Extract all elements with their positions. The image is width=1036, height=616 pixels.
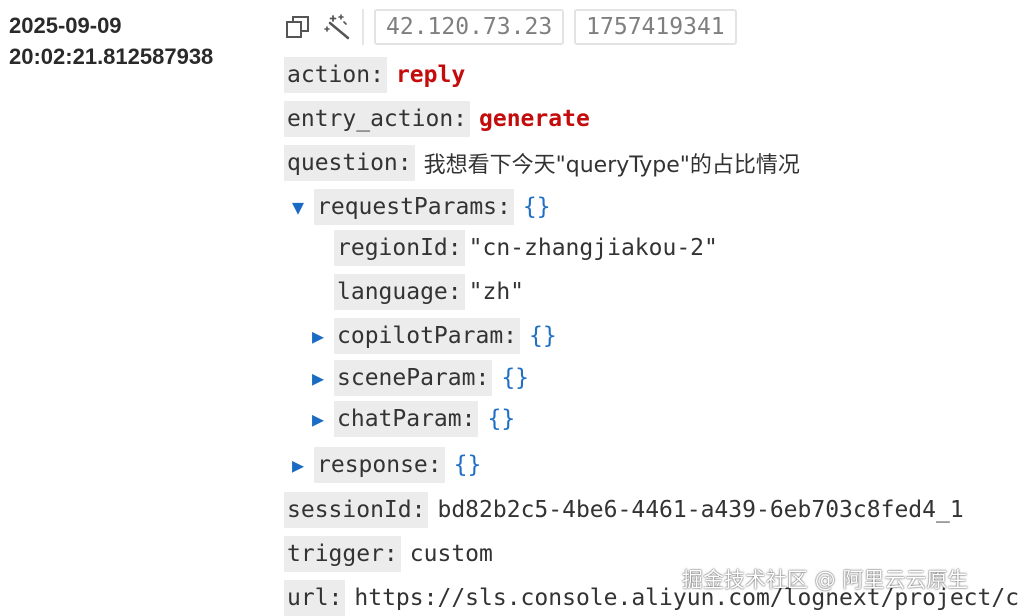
- field-trigger: trigger: custom: [284, 536, 493, 572]
- field-region-id: regionId: "cn-zhangjiakou-2": [334, 230, 718, 266]
- unix-time-tag[interactable]: 1757419341: [574, 9, 737, 45]
- collapse-toggle-icon[interactable]: ▶: [307, 407, 329, 431]
- field-value: "cn-zhangjiakou-2": [468, 235, 718, 261]
- log-toolbar: 42.120.73.23 1757419341: [284, 8, 747, 46]
- field-key[interactable]: response:: [314, 447, 445, 483]
- field-scene-param: ▶ sceneParam: {}: [307, 360, 529, 396]
- field-key[interactable]: chatParam:: [334, 401, 479, 437]
- field-session-id: sessionId: bd82b2c5-4be6-4461-a439-6eb70…: [284, 492, 964, 528]
- field-value: reply: [395, 62, 466, 88]
- log-date: 2025-09-09: [9, 13, 122, 38]
- expand-toggle-icon[interactable]: ▼: [287, 195, 309, 219]
- field-chat-param: ▶ chatParam: {}: [307, 401, 515, 437]
- field-copilot-param: ▶ copilotParam: {}: [307, 318, 557, 354]
- toolbar-divider: [362, 9, 364, 45]
- field-value: 我想看下今天"queryType"的占比情况: [423, 153, 800, 178]
- field-key[interactable]: sessionId:: [284, 492, 429, 528]
- field-key[interactable]: trigger:: [284, 536, 401, 572]
- field-key[interactable]: url:: [284, 580, 346, 616]
- field-action: action: reply: [284, 57, 465, 93]
- field-value: {}: [522, 194, 551, 220]
- field-value: custom: [409, 541, 493, 567]
- field-value: {}: [501, 365, 530, 391]
- collapse-toggle-icon[interactable]: ▶: [287, 453, 309, 477]
- field-value: generate: [479, 106, 590, 132]
- collapse-toggle-icon[interactable]: ▶: [307, 324, 329, 348]
- field-key[interactable]: sceneParam:: [334, 360, 493, 396]
- magic-wand-icon[interactable]: [324, 13, 352, 41]
- field-value: {}: [529, 323, 557, 349]
- collapse-toggle-icon[interactable]: ▶: [307, 366, 329, 390]
- field-key[interactable]: question:: [284, 145, 415, 181]
- field-key[interactable]: regionId:: [334, 230, 465, 266]
- field-language: language: "zh": [334, 274, 524, 310]
- field-value: bd82b2c5-4be6-4461-a439-6eb703c8fed4_1: [437, 497, 964, 523]
- field-key[interactable]: copilotParam:: [334, 318, 521, 354]
- copy-icon[interactable]: [284, 13, 312, 41]
- field-entry-action: entry_action: generate: [284, 101, 590, 137]
- field-key[interactable]: action:: [284, 57, 387, 93]
- log-time: 20:02:21.812587938: [9, 44, 214, 69]
- field-question: question: 我想看下今天"queryType"的占比情况: [284, 145, 800, 181]
- field-response: ▶ response: {}: [287, 447, 481, 483]
- field-key[interactable]: language:: [334, 274, 465, 310]
- field-value: "zh": [468, 279, 525, 305]
- field-key[interactable]: entry_action:: [284, 101, 471, 137]
- watermark: 掘金技术社区 @ 阿里云云原生: [682, 568, 969, 592]
- ip-tag[interactable]: 42.120.73.23: [374, 9, 565, 45]
- field-key[interactable]: requestParams:: [314, 189, 514, 225]
- field-value: {}: [487, 406, 516, 432]
- field-request-params: ▼ requestParams: {}: [287, 189, 551, 225]
- field-value: {}: [453, 452, 482, 478]
- log-timestamp: 2025-09-09 20:02:21.812587938: [9, 10, 213, 72]
